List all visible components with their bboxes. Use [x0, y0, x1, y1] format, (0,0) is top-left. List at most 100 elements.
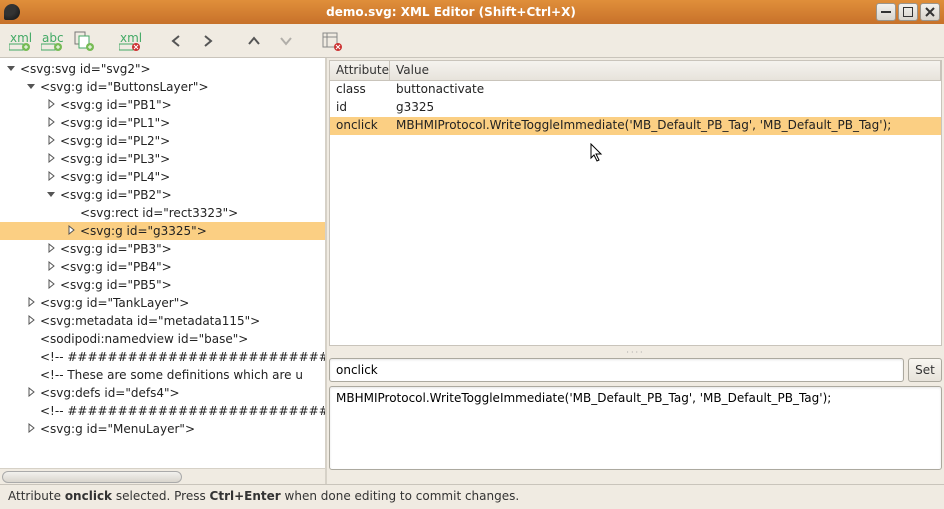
tree-row[interactable]: <svg:g id="PB2"> — [0, 186, 325, 204]
attribute-header-row: Attribute Value — [330, 61, 941, 81]
attribute-name-cell: id — [330, 99, 390, 117]
delete-node-button[interactable]: xml — [116, 27, 144, 55]
tree-row-label: <sodipodi:namedview id="base"> — [40, 332, 248, 346]
scrollbar-thumb[interactable] — [2, 471, 182, 483]
tree-row[interactable]: <svg:g id="PL1"> — [0, 114, 325, 132]
maximize-button[interactable] — [898, 3, 918, 21]
new-text-node-button[interactable]: abc — [38, 27, 66, 55]
tree-row[interactable]: <svg:metadata id="metadata115"> — [0, 312, 325, 330]
tree-row-label: <!-- ################################ — [40, 350, 325, 364]
chevron-right-icon[interactable] — [46, 171, 58, 183]
chevron-right-icon[interactable] — [26, 297, 38, 309]
chevron-right-icon[interactable] — [26, 423, 38, 435]
chevron-down-icon[interactable] — [46, 189, 58, 201]
toolbar: xml abc xml — [0, 24, 944, 58]
attribute-row[interactable]: classbuttonactivate — [330, 81, 941, 99]
tree-row[interactable]: <svg:g id="PB1"> — [0, 96, 325, 114]
down-button[interactable] — [272, 27, 300, 55]
tree-row-label: <!-- These are some definitions which ar… — [40, 368, 303, 382]
tree-row-label: <svg:g id="TankLayer"> — [40, 296, 189, 310]
tree-row-label: <svg:g id="PL1"> — [60, 116, 170, 130]
tree-row-label: <svg:g id="MenuLayer"> — [40, 422, 195, 436]
status-middle: selected. Press — [112, 489, 210, 503]
close-button[interactable] — [920, 3, 940, 21]
tree-row-label: <svg:defs id="defs4"> — [40, 386, 180, 400]
tree-row-label: <!-- ################################ — [40, 404, 325, 418]
tree-row[interactable]: <svg:g id="PB3"> — [0, 240, 325, 258]
horizontal-scrollbar[interactable] — [0, 468, 325, 484]
chevron-right-icon[interactable] — [26, 387, 38, 399]
status-key: Ctrl+Enter — [210, 489, 281, 503]
chevron-right-icon[interactable] — [46, 261, 58, 273]
chevron-right-icon[interactable] — [26, 315, 38, 327]
tree-row[interactable]: <svg:g id="PL3"> — [0, 150, 325, 168]
tree-row[interactable]: <svg:g id="TankLayer"> — [0, 294, 325, 312]
app-icon — [4, 4, 20, 20]
attribute-row[interactable]: idg3325 — [330, 99, 941, 117]
delete-attribute-button[interactable] — [318, 27, 346, 55]
tree-row[interactable]: <svg:g id="PL2"> — [0, 132, 325, 150]
chevron-down-icon[interactable] — [6, 63, 18, 75]
chevron-right-icon[interactable] — [46, 117, 58, 129]
tree-row[interactable]: <svg:g id="g3325"> — [0, 222, 325, 240]
chevron-right-icon[interactable] — [46, 99, 58, 111]
tree-row-label: <svg:g id="PL3"> — [60, 152, 170, 166]
up-button[interactable] — [240, 27, 268, 55]
tree-row-label: <svg:g id="PB5"> — [60, 278, 172, 292]
tree-row[interactable]: <svg:rect id="rect3323"> — [0, 204, 325, 222]
tree-row[interactable]: <sodipodi:namedview id="base"> — [0, 330, 325, 348]
tree-row[interactable]: <svg:g id="PL4"> — [0, 168, 325, 186]
tree-row[interactable]: <svg:g id="ButtonsLayer"> — [0, 78, 325, 96]
statusbar: Attribute onclick selected. Press Ctrl+E… — [0, 484, 944, 508]
chevron-right-icon[interactable] — [46, 153, 58, 165]
minimize-button[interactable] — [876, 3, 896, 21]
tree-row-label: <svg:g id="PB1"> — [60, 98, 172, 112]
attribute-value-cell: buttonactivate — [390, 81, 941, 99]
set-button[interactable]: Set — [908, 358, 942, 382]
window-titlebar: demo.svg: XML Editor (Shift+Ctrl+X) — [0, 0, 944, 24]
attribute-editor: Set — [329, 358, 942, 473]
tree-row-label: <svg:metadata id="metadata115"> — [40, 314, 260, 328]
window-title: demo.svg: XML Editor (Shift+Ctrl+X) — [26, 5, 876, 19]
tree-row[interactable]: <!-- These are some definitions which ar… — [0, 366, 325, 384]
attribute-row[interactable]: onclickMBHMIProtocol.WriteToggleImmediat… — [330, 117, 941, 135]
attribute-pane: Attribute Value classbuttonactivateidg33… — [327, 58, 944, 484]
svg-text:abc: abc — [42, 31, 63, 45]
tree-row[interactable]: <svg:g id="MenuLayer"> — [0, 420, 325, 438]
window-controls — [876, 3, 940, 21]
status-attr-name: onclick — [65, 489, 112, 503]
tree-row-label: <svg:svg id="svg2"> — [20, 62, 151, 76]
xml-tree[interactable]: <svg:svg id="svg2"> <svg:g id="ButtonsLay… — [0, 58, 325, 468]
svg-text:xml: xml — [10, 31, 31, 45]
attribute-header-name[interactable]: Attribute — [330, 61, 390, 80]
next-button[interactable] — [194, 27, 222, 55]
svg-text:xml: xml — [120, 31, 141, 45]
vertical-splitter[interactable]: ···· — [327, 348, 944, 356]
tree-row[interactable]: <!-- ################################ — [0, 348, 325, 366]
main-split: <svg:svg id="svg2"> <svg:g id="ButtonsLay… — [0, 58, 944, 484]
status-prefix: Attribute — [8, 489, 65, 503]
tree-row[interactable]: <svg:g id="PB4"> — [0, 258, 325, 276]
duplicate-node-button[interactable] — [70, 27, 98, 55]
chevron-right-icon[interactable] — [46, 135, 58, 147]
attribute-table-body[interactable]: classbuttonactivateidg3325onclickMBHMIPr… — [330, 81, 941, 345]
prev-button[interactable] — [162, 27, 190, 55]
chevron-right-icon[interactable] — [46, 279, 58, 291]
tree-row[interactable]: <svg:g id="PB5"> — [0, 276, 325, 294]
tree-row-label: <svg:g id="ButtonsLayer"> — [40, 80, 209, 94]
attribute-header-value[interactable]: Value — [390, 61, 941, 80]
attribute-name-input[interactable] — [329, 358, 904, 382]
attribute-value-cell: MBHMIProtocol.WriteToggleImmediate('MB_D… — [390, 117, 941, 135]
tree-row-label: <svg:g id="PL2"> — [60, 134, 170, 148]
tree-row[interactable]: <svg:svg id="svg2"> — [0, 60, 325, 78]
tree-row-label: <svg:g id="PL4"> — [60, 170, 170, 184]
chevron-down-icon[interactable] — [26, 81, 38, 93]
new-element-node-button[interactable]: xml — [6, 27, 34, 55]
tree-row[interactable]: <svg:defs id="defs4"> — [0, 384, 325, 402]
chevron-right-icon[interactable] — [46, 243, 58, 255]
tree-row-label: <svg:g id="g3325"> — [80, 224, 207, 238]
attribute-value-textarea[interactable] — [329, 386, 942, 470]
tree-row[interactable]: <!-- ################################ — [0, 402, 325, 420]
chevron-right-icon[interactable] — [66, 225, 78, 237]
attribute-table: Attribute Value classbuttonactivateidg33… — [329, 60, 942, 346]
